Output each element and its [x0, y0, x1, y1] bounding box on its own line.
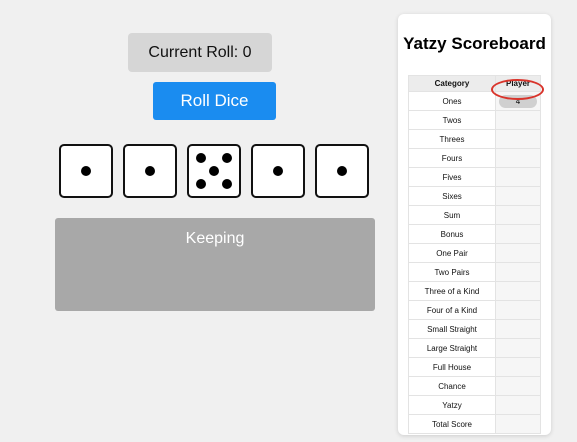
- score-row: Fours: [408, 148, 541, 168]
- score-cell[interactable]: [495, 414, 541, 434]
- die-pip: [196, 179, 206, 189]
- score-row: Chance: [408, 376, 541, 396]
- score-category: Bonus: [408, 224, 496, 244]
- keeping-label: Keeping: [185, 230, 245, 247]
- score-row: Large Straight: [408, 338, 541, 358]
- score-row: Ones 4: [408, 91, 541, 111]
- score-category: Chance: [408, 376, 496, 396]
- score-row: Three of a Kind: [408, 281, 541, 301]
- score-row: Threes: [408, 129, 541, 149]
- score-row: Small Straight: [408, 319, 541, 339]
- score-category: One Pair: [408, 243, 496, 263]
- score-category: Large Straight: [408, 338, 496, 358]
- die-pip: [222, 179, 232, 189]
- score-category: Fives: [408, 167, 496, 187]
- score-cell[interactable]: [495, 262, 541, 282]
- score-row: Total Score: [408, 414, 541, 434]
- score-cell[interactable]: [495, 205, 541, 225]
- die-pip: [222, 153, 232, 163]
- die-1[interactable]: [59, 144, 113, 198]
- die-3[interactable]: [187, 144, 241, 198]
- score-value: 4: [499, 94, 537, 108]
- die-pip: [337, 166, 347, 176]
- scoreboard-table: Category Player Ones 4 Twos Threes Fours Five…: [408, 75, 541, 434]
- score-category: Yatzy: [408, 395, 496, 415]
- die-pip: [196, 153, 206, 163]
- score-row: Two Pairs: [408, 262, 541, 282]
- score-row: Sum: [408, 205, 541, 225]
- score-cell[interactable]: [495, 319, 541, 339]
- scoreboard-header-row: Category Player: [408, 75, 541, 92]
- score-cell[interactable]: [495, 357, 541, 377]
- score-cell[interactable]: [495, 243, 541, 263]
- die-pip: [209, 166, 219, 176]
- score-cell[interactable]: [495, 186, 541, 206]
- score-cell[interactable]: [495, 300, 541, 320]
- roll-dice-button[interactable]: Roll Dice: [153, 82, 276, 120]
- category-column-header: Category: [408, 75, 496, 92]
- scoreboard-title: Yatzy Scoreboard: [403, 34, 546, 53]
- score-category: Four of a Kind: [408, 300, 496, 320]
- score-category: Three of a Kind: [408, 281, 496, 301]
- die-pip: [145, 166, 155, 176]
- score-category: Sixes: [408, 186, 496, 206]
- score-row: Sixes: [408, 186, 541, 206]
- score-cell[interactable]: 4: [495, 91, 541, 111]
- score-category: Total Score: [408, 414, 496, 434]
- die-pip: [273, 166, 283, 176]
- score-category: Sum: [408, 205, 496, 225]
- score-cell[interactable]: [495, 167, 541, 187]
- score-row: One Pair: [408, 243, 541, 263]
- score-category: Full House: [408, 357, 496, 377]
- score-row: Bonus: [408, 224, 541, 244]
- score-category: Fours: [408, 148, 496, 168]
- score-row: Full House: [408, 357, 541, 377]
- score-cell[interactable]: [495, 281, 541, 301]
- score-cell[interactable]: [495, 148, 541, 168]
- die-5[interactable]: [315, 144, 369, 198]
- score-cell[interactable]: [495, 376, 541, 396]
- score-row: Twos: [408, 110, 541, 130]
- score-category: Twos: [408, 110, 496, 130]
- score-row: Yatzy: [408, 395, 541, 415]
- keeping-area[interactable]: Keeping: [55, 218, 375, 311]
- score-category: Two Pairs: [408, 262, 496, 282]
- player-column-header: Player: [495, 75, 541, 92]
- current-roll-display: Current Roll: 0: [128, 33, 272, 72]
- scoreboard-panel: Yatzy Scoreboard Category Player Ones 4 Tw…: [398, 14, 551, 435]
- die-4[interactable]: [251, 144, 305, 198]
- score-category: Threes: [408, 129, 496, 149]
- die-2[interactable]: [123, 144, 177, 198]
- score-row: Four of a Kind: [408, 300, 541, 320]
- score-cell[interactable]: [495, 224, 541, 244]
- score-category: Ones: [408, 91, 496, 111]
- score-cell[interactable]: [495, 110, 541, 130]
- score-cell[interactable]: [495, 338, 541, 358]
- score-category: Small Straight: [408, 319, 496, 339]
- score-cell[interactable]: [495, 395, 541, 415]
- die-pip: [81, 166, 91, 176]
- score-cell[interactable]: [495, 129, 541, 149]
- score-row: Fives: [408, 167, 541, 187]
